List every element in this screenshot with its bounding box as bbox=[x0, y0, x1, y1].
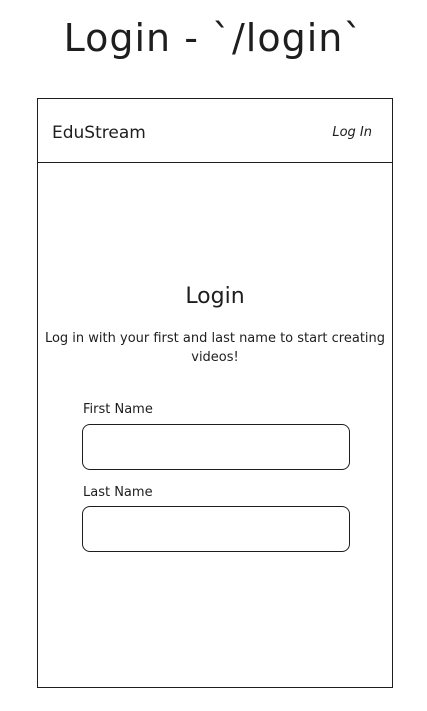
navbar: EduStream Log In bbox=[38, 99, 392, 163]
last-name-input[interactable] bbox=[82, 506, 350, 552]
brand-logo[interactable]: EduStream bbox=[52, 123, 146, 143]
last-name-label: Last Name bbox=[83, 485, 153, 500]
login-subtitle: Log in with your first and last name to … bbox=[44, 331, 386, 365]
first-name-label: First Name bbox=[83, 402, 153, 417]
login-heading: Login bbox=[185, 284, 245, 309]
first-name-input[interactable] bbox=[82, 424, 350, 470]
page-title: Login - `/login` bbox=[63, 16, 364, 60]
mobile-frame: EduStream Log In Login Log in with your … bbox=[37, 98, 393, 688]
login-link[interactable]: Log In bbox=[332, 125, 372, 140]
